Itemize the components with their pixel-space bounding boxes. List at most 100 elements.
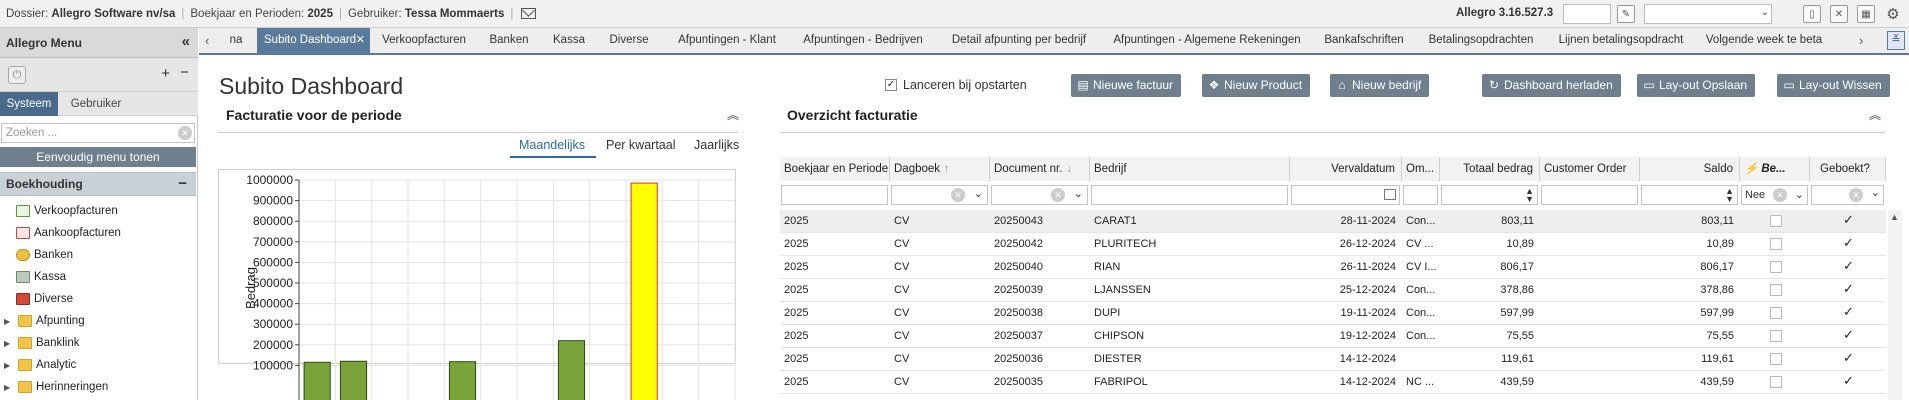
filter-totaal[interactable]: ▲ ▼ — [1441, 185, 1538, 205]
clear-filter-icon[interactable]: ✕ — [1849, 188, 1863, 202]
filter-geboekt[interactable]: ✕ ⌄ — [1811, 185, 1884, 205]
tab-afpuntingen-bedrijven[interactable]: Afpuntingen - Bedrijven — [797, 28, 929, 53]
filter-bedrijf[interactable] — [1091, 185, 1288, 205]
save-layout-button[interactable]: ▭ Lay-out Opslaan — [1637, 74, 1756, 97]
col-customer-order[interactable]: Customer Order — [1540, 157, 1640, 181]
category-boekhouding[interactable]: Boekhouding − — [0, 172, 196, 196]
clear-filter-icon[interactable]: ✕ — [951, 188, 965, 202]
table-row[interactable]: 2025 CV 20250042 PLURITECH 26-12-2024 CV ... 1… — [780, 233, 1886, 256]
tab-gebruiker[interactable]: Gebruiker — [62, 92, 130, 116]
booked-check-icon[interactable]: ✓ — [1843, 350, 1854, 366]
be-checkbox[interactable] — [1770, 307, 1782, 319]
chevron-down-icon[interactable]: ⌄ — [1871, 186, 1880, 199]
tab-betalingsopdrachten[interactable]: Betalingsopdrachten — [1421, 28, 1541, 53]
tab-diverse[interactable]: Diverse — [601, 28, 657, 53]
chevron-down-icon[interactable]: ⌄ — [1074, 187, 1083, 200]
close-tab-icon[interactable]: ✕ — [356, 28, 365, 53]
topbar-select[interactable]: ⌄ — [1644, 4, 1772, 24]
sidebar-item-banken[interactable]: Banken — [16, 246, 73, 264]
expand-all-icon[interactable]: + — [161, 65, 170, 82]
table-row[interactable]: 2025 CV 20250039 LJANSSEN 25-12-2024 Con... 37… — [780, 279, 1886, 302]
spinner-icon[interactable]: ▲ ▼ — [1525, 187, 1534, 204]
sidebar-item-diverse[interactable]: Diverse — [16, 290, 73, 308]
filter-saldo[interactable]: ▲ ▼ — [1641, 185, 1738, 205]
filter-vervaldatum[interactable] — [1291, 185, 1400, 205]
filter-customer-order[interactable] — [1541, 185, 1638, 205]
calculator-icon[interactable]: ▦ — [1857, 5, 1875, 23]
scroll-up-icon[interactable]: ▲ — [1890, 212, 1899, 222]
new-invoice-button[interactable]: ▤ Nieuwe factuur — [1071, 74, 1182, 97]
collapse-sidebar-icon[interactable]: « — [182, 33, 190, 50]
close-window-icon[interactable]: ✕ — [1830, 5, 1848, 23]
col-omschrijving[interactable]: Om... — [1402, 157, 1440, 181]
col-dagboek[interactable]: Dagboek ↑ — [890, 157, 990, 181]
new-product-button[interactable]: ❖ Nieuw Product — [1202, 74, 1311, 97]
col-bedrijf[interactable]: Bedrijf — [1090, 157, 1290, 181]
new-company-button[interactable]: ⌂ Nieuw bedrijf — [1330, 74, 1430, 97]
booked-check-icon[interactable]: ✓ — [1843, 373, 1854, 389]
clear-search-icon[interactable]: ✕ — [178, 126, 192, 140]
filter-boekjaar[interactable] — [781, 185, 888, 205]
be-checkbox[interactable] — [1770, 353, 1782, 365]
sidebar-search-input[interactable]: Zoeken ... ✕ — [1, 123, 195, 143]
sidebar-item-kassa[interactable]: Kassa — [16, 268, 66, 286]
topbar-input-1[interactable] — [1563, 4, 1611, 24]
spinner-icon[interactable]: ▲ ▼ — [1725, 187, 1734, 204]
collapse-category-icon[interactable]: − — [178, 175, 187, 192]
sidebar-item-verkoopfacturen[interactable]: Verkoopfacturen — [16, 202, 118, 220]
tab-bankafschriften[interactable]: Bankafschriften — [1316, 28, 1412, 53]
sidebar-folder-analytic[interactable]: ▶ Analytic — [0, 356, 76, 374]
tab-volgende-week[interactable]: Volgende week te beta — [1699, 28, 1829, 53]
col-geboekt[interactable]: Geboekt? — [1810, 157, 1886, 181]
be-checkbox[interactable] — [1770, 238, 1782, 250]
booked-check-icon[interactable]: ✓ — [1843, 235, 1854, 251]
tab-verkoopfacturen[interactable]: Verkoopfacturen — [374, 28, 474, 53]
clear-layout-button[interactable]: ▭ Lay-out Wissen — [1777, 74, 1890, 97]
sidebar-item-aankoopfacturen[interactable]: Aankoopfacturen — [16, 224, 121, 242]
tab-afpuntingen-algemene[interactable]: Afpuntingen - Algemene Rekeningen — [1107, 28, 1307, 53]
clear-filter-icon[interactable]: ✕ — [1051, 188, 1065, 202]
tab-systeem[interactable]: Systeem — [0, 92, 58, 116]
col-totaal[interactable]: Totaal bedrag — [1440, 157, 1540, 181]
reload-dashboard-button[interactable]: ↻ Dashboard herladen — [1482, 74, 1621, 97]
booked-check-icon[interactable]: ✓ — [1843, 304, 1854, 320]
booked-check-icon[interactable]: ✓ — [1843, 212, 1854, 228]
expand-arrow-icon[interactable]: ▶ — [4, 361, 12, 370]
table-row[interactable]: 2025 CV 20250037 CHIPSON 19-12-2024 Con... 75,… — [780, 325, 1886, 348]
booked-check-icon[interactable]: ✓ — [1843, 281, 1854, 297]
booked-check-icon[interactable]: ✓ — [1843, 327, 1854, 343]
col-boekjaar[interactable]: Boekjaar en Perioden — [780, 157, 890, 181]
window-icon[interactable]: ▯ — [1803, 5, 1821, 23]
collapse-left-panel-icon[interactable]: ︽ — [727, 106, 739, 123]
expand-arrow-icon[interactable]: ▶ — [4, 383, 12, 392]
filter-dagboek[interactable]: ✕ ⌄ — [891, 185, 988, 205]
table-row[interactable]: 2025 CV 20250043 CARAT1 28-11-2024 Con... 803,… — [780, 210, 1886, 233]
col-vervaldatum[interactable]: Vervaldatum — [1290, 157, 1402, 181]
tab-afpuntingen-klant[interactable]: Afpuntingen - Klant — [668, 28, 786, 53]
edit-icon[interactable]: ✎ — [1617, 5, 1635, 23]
tabs-menu-icon[interactable]: ≚ — [1887, 31, 1905, 50]
tab-per-kwartaal[interactable]: Per kwartaal — [606, 138, 675, 152]
chevron-down-icon[interactable]: ⌄ — [974, 187, 983, 200]
tab-jaarlijks[interactable]: Jaarlijks — [694, 138, 739, 152]
tab-lijnen-betalingsopdracht[interactable]: Lijnen betalingsopdracht — [1551, 28, 1691, 53]
col-saldo[interactable]: Saldo — [1640, 157, 1740, 181]
tab-kassa[interactable]: Kassa — [545, 28, 593, 53]
expand-arrow-icon[interactable]: ▶ — [4, 317, 12, 326]
tab-partial[interactable]: na — [221, 28, 251, 53]
simple-menu-button[interactable]: Eenvoudig menu tonen — [0, 147, 196, 167]
be-checkbox[interactable] — [1770, 261, 1782, 273]
expand-arrow-icon[interactable]: ▶ — [4, 339, 12, 348]
tabs-scroll-left-icon[interactable]: ‹ — [205, 33, 209, 48]
table-scrollbar[interactable]: ▲ — [1888, 210, 1902, 400]
gear-icon[interactable]: ⚙ — [1884, 5, 1902, 23]
filter-omschrijving[interactable] — [1403, 185, 1438, 205]
clear-filter-icon[interactable]: ✕ — [1773, 188, 1787, 202]
launch-checkbox[interactable]: ✓ — [885, 79, 897, 91]
sidebar-folder-banklink[interactable]: ▶ Banklink — [0, 334, 79, 352]
chevron-down-icon[interactable]: ⌄ — [1795, 186, 1804, 204]
power-icon[interactable]: ⏻ — [8, 66, 26, 84]
table-row[interactable]: 2025 CV 20250040 RIAN 26-11-2024 CV I... 806,1… — [780, 256, 1886, 279]
be-checkbox[interactable] — [1770, 376, 1782, 388]
col-document[interactable]: Document nr. ↓ — [990, 157, 1090, 181]
